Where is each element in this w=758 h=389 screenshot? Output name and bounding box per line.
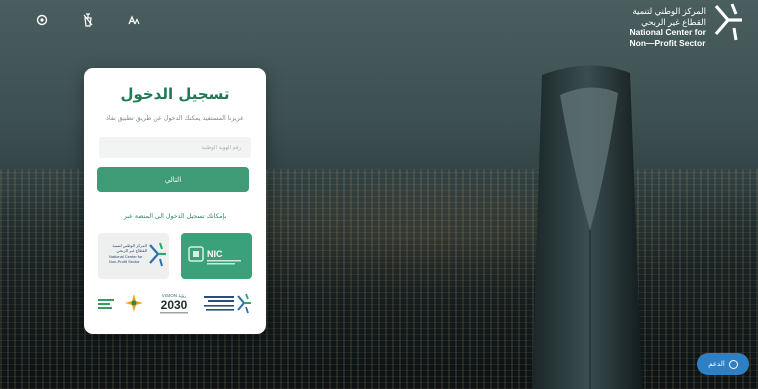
support-icon xyxy=(728,359,738,369)
brand-ar-line2: القطاع غير الربحي xyxy=(641,16,706,27)
national-id-input[interactable] xyxy=(99,137,251,158)
support-button[interactable]: الدعم xyxy=(697,353,749,375)
login-subtitle: عزيزنا المستفيد يمكنك الدخول عن طريق تطب… xyxy=(106,115,244,122)
login-card: تسجيل الدخول عزيزنا المستفيد يمكنك الدخو… xyxy=(84,68,266,334)
ncnp-small-logo xyxy=(204,293,251,314)
nic-login-option[interactable]: NIC xyxy=(181,233,252,279)
support-label: الدعم xyxy=(708,360,725,368)
font-size-icon[interactable] xyxy=(126,12,142,28)
brand-en-line2: Non—Profit Sector xyxy=(629,37,706,48)
nic-logo-icon: NIC xyxy=(188,246,241,265)
brand-ar-line1: المركز الوطني لتنمية xyxy=(632,6,706,16)
platform-login-text: بإمكانك تسجيل الدخول الى المنصة عبر xyxy=(123,213,227,220)
ncnp-star-icon xyxy=(714,3,742,41)
ncnp-en2: Non-Profit Sector xyxy=(109,259,140,264)
vision-year-text: 2030 xyxy=(161,298,188,312)
page-title: تسجيل الدخول xyxy=(120,85,230,103)
color-contrast-icon[interactable] xyxy=(80,12,96,28)
next-button[interactable]: التالي xyxy=(97,167,249,192)
accessibility-icon[interactable] xyxy=(34,12,50,28)
brand-logo[interactable]: المركز الوطني لتنمية القطاع غير الربحي N… xyxy=(629,0,744,48)
ministry-logo xyxy=(98,294,143,312)
nic-logo-text: NIC xyxy=(207,249,223,259)
kingdom-tower-illustration xyxy=(532,65,642,389)
partner-logos-row: VISION رؤية 2030 xyxy=(98,293,251,314)
ncnp-ar2: القطاع غير الربحي xyxy=(116,248,147,253)
ncnp-login-option[interactable]: المركز الوطني لتنمية القطاع غير الربحي N… xyxy=(98,233,169,279)
ncnp-logo-icon: المركز الوطني لتنمية القطاع غير الربحي N… xyxy=(109,242,166,267)
vision-2030-logo: VISION رؤية 2030 xyxy=(160,293,188,314)
brand-en-line1: National Center for xyxy=(629,27,706,37)
accessibility-toolbar xyxy=(34,12,142,28)
brand-name: المركز الوطني لتنمية القطاع غير الربحي N… xyxy=(629,0,706,48)
